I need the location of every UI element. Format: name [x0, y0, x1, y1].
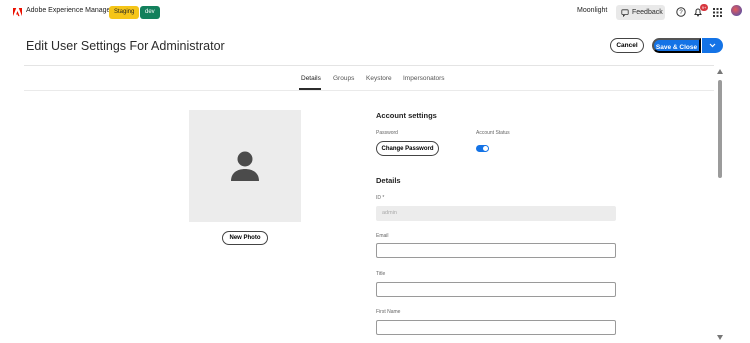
header-divider — [24, 65, 714, 66]
save-options-dropdown[interactable] — [702, 38, 723, 53]
notification-count-badge: 9+ — [700, 4, 708, 11]
save-and-close-button[interactable]: Save & Close — [652, 38, 701, 53]
email-label: Email — [376, 233, 389, 239]
password-label: Password — [376, 130, 398, 136]
top-bar: Adobe Experience Manager Staging dev Moo… — [0, 0, 750, 25]
cancel-button[interactable]: Cancel — [610, 38, 644, 53]
tab-impersonators[interactable]: Impersonators — [403, 75, 445, 82]
new-photo-button[interactable]: New Photo — [222, 231, 268, 245]
details-heading: Details — [376, 176, 401, 185]
help-icon[interactable]: ? — [674, 5, 688, 19]
title-label: Title — [376, 271, 386, 277]
account-status-toggle[interactable] — [476, 145, 489, 152]
scrollbar-thumb[interactable] — [718, 80, 722, 178]
page-title: Edit User Settings For Administrator — [26, 39, 225, 53]
org-switcher[interactable]: Moonlight — [577, 7, 607, 14]
id-field: admin — [376, 206, 616, 221]
tab-keystore[interactable]: Keystore — [366, 75, 392, 82]
first-name-field[interactable] — [376, 320, 616, 335]
account-status-label: Account Status — [476, 130, 510, 136]
email-field[interactable] — [376, 243, 616, 258]
user-avatar[interactable] — [731, 5, 742, 16]
chevron-down-icon — [709, 43, 716, 48]
scroll-up-arrow-icon[interactable] — [717, 69, 723, 74]
app-grid-icon[interactable] — [710, 5, 724, 19]
scrollbar[interactable] — [714, 66, 726, 343]
change-password-button[interactable]: Change Password — [376, 141, 439, 156]
tab-groups[interactable]: Groups — [333, 75, 354, 82]
user-silhouette-icon — [231, 151, 259, 181]
account-settings-heading: Account settings — [376, 111, 437, 120]
tabs-divider — [24, 90, 714, 91]
feedback-label: Feedback — [632, 9, 663, 16]
id-label: ID * — [376, 195, 385, 201]
first-name-label: First Name — [376, 309, 401, 315]
feedback-icon — [621, 8, 629, 17]
tab-details[interactable]: Details — [301, 75, 321, 82]
feedback-button[interactable]: Feedback — [616, 5, 665, 20]
profile-photo — [189, 110, 301, 222]
title-field[interactable] — [376, 282, 616, 297]
app-title[interactable]: Adobe Experience Manager — [26, 7, 113, 14]
environment-badge-dev: dev — [140, 6, 160, 19]
adobe-logo-icon[interactable] — [13, 8, 22, 17]
scroll-down-arrow-icon[interactable] — [717, 335, 723, 340]
environment-badge-staging: Staging — [109, 6, 140, 19]
